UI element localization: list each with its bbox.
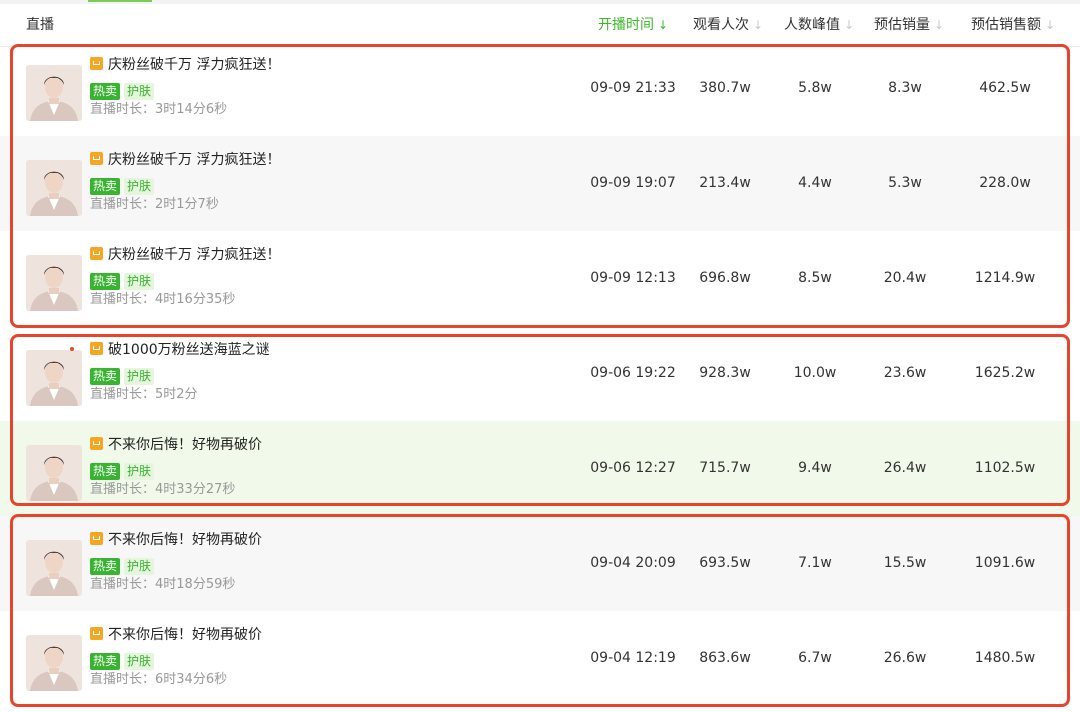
sort-arrow-icon[interactable]: ↓ — [753, 4, 763, 46]
sort-arrow-icon[interactable]: ↓ — [844, 4, 854, 46]
highlight-box-group-1 — [10, 44, 1070, 328]
column-header-label: 观看人次 — [693, 17, 749, 33]
highlight-box-group-3 — [10, 514, 1070, 707]
column-header-amount[interactable]: 预估销售额 ↓ — [971, 4, 1055, 46]
column-header-live: 直播 — [26, 17, 54, 33]
sort-arrow-icon[interactable]: ↓ — [934, 4, 944, 46]
column-header-start-time[interactable]: 开播时间 ↓ — [598, 4, 668, 46]
top-accent-bar — [88, 0, 152, 2]
column-header-views[interactable]: 观看人次 ↓ — [693, 4, 763, 46]
sort-arrow-icon[interactable]: ↓ — [658, 4, 668, 46]
column-header-label: 人数峰值 — [784, 17, 840, 33]
column-header-label: 开播时间 — [598, 17, 654, 33]
sort-arrow-icon[interactable]: ↓ — [1045, 4, 1055, 46]
column-header-label: 预估销售额 — [971, 17, 1041, 33]
highlight-box-group-2 — [10, 334, 1070, 506]
column-header-sales[interactable]: 预估销量 ↓ — [874, 4, 944, 46]
column-header-label: 预估销量 — [874, 17, 930, 33]
column-header-peak[interactable]: 人数峰值 ↓ — [784, 4, 854, 46]
